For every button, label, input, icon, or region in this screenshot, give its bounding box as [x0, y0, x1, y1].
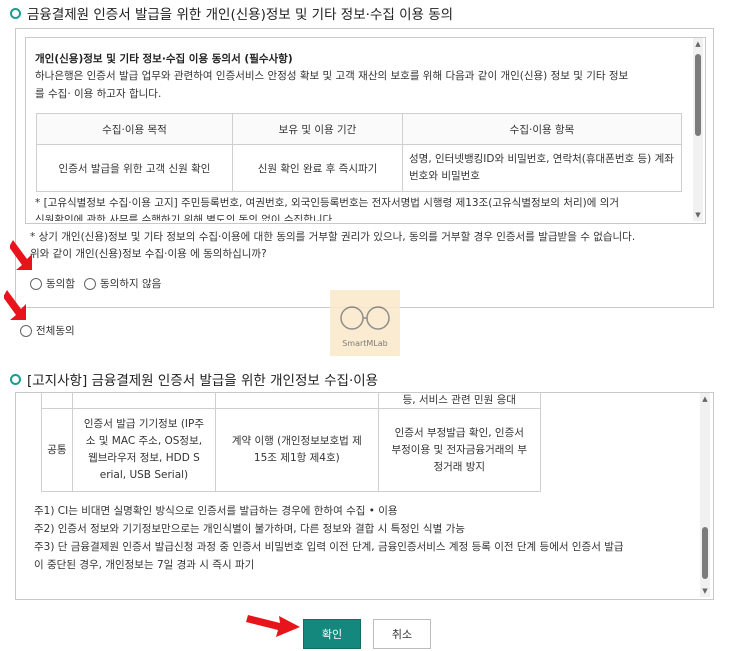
note-line1: * [고유식별정보 수집·이용 고지] 주민등록번호, 여권번호, 외국인등록번…: [35, 197, 620, 209]
question-line1: * 상기 개인(신용)정보 및 기타 정보의 수집·이용에 대한 동의를 거부할…: [30, 231, 636, 243]
bullet-icon: [10, 373, 21, 385]
table-cell-line: 번호와 비밀번호: [409, 170, 480, 182]
table-cell: 인증서 발급 기기정보 (IP주소 및 MAC 주소, OS정보, 웹브라우저 …: [71, 408, 217, 492]
agree-all-label: 전체동의: [36, 325, 75, 337]
intro-line2: 를 수집· 이용 하고자 합니다.: [35, 88, 162, 100]
note2: 주2) 인증서 정보와 기기정보만으로는 개인식별이 불가하며, 다른 정보와 …: [34, 523, 465, 535]
table-cell: 등, 서비스 관련 민원 응대: [377, 393, 542, 409]
section1-title-text: 금융결제원 인증서 발급을 위한 개인(신용)정보 및 기타 정보·수집 이용 …: [27, 7, 454, 23]
section2-title-text: [고지사항] 금융결제원 인증서 발급을 위한 개인정보 수집·이용: [27, 373, 379, 389]
consent-table: 수집·이용 목적 보유 및 이용 기간 수집·이용 항목 인증서 발급을 위한 …: [36, 113, 682, 192]
intro-line1: 하나은행은 인증서 발급 업무와 관련하여 인증서비스 안정성 확보 및 고객 …: [35, 70, 629, 82]
radio-circle-icon[interactable]: [84, 277, 96, 290]
table-cell: 신원 확인 완료 후 즉시파기: [232, 144, 403, 192]
table-cell-line: 성명, 인터넷뱅킹ID와 비밀번호, 연락처(휴대폰번호 등) 계좌: [409, 153, 674, 165]
scroll-thumb[interactable]: [702, 527, 708, 579]
note1: 주1) CI는 비대면 실명확인 방식으로 인증서를 발급하는 경우에 한하여 …: [34, 505, 398, 517]
scroll-up-icon[interactable]: ▲: [700, 394, 710, 404]
table-header: 보유 및 이용 기간: [232, 113, 403, 145]
agree-radio[interactable]: 동의함: [30, 273, 75, 292]
question-line2: 위와 같이 개인(신용)정보 수집·이용 에 동의하십니까?: [30, 248, 267, 260]
confirm-button[interactable]: 확인: [303, 619, 361, 649]
scroll-down-icon[interactable]: ▼: [693, 210, 703, 220]
table-cell: 계약 이행 (개인정보보호법 제15조 제1항 제4호): [215, 408, 379, 492]
red-arrow-icon: [4, 290, 26, 320]
table-cell: 성명, 인터넷뱅킹ID와 비밀번호, 연락처(휴대폰번호 등) 계좌 번호와 비…: [402, 144, 682, 192]
scroll-up-icon[interactable]: ▲: [693, 39, 703, 49]
radio-circle-icon[interactable]: [20, 324, 32, 337]
consent-heading: 개인(신용)정보 및 기타 정보·수집 이용 동의서 (필수사항): [35, 53, 293, 65]
table-cell: 인증서 부정발급 확인, 인증서 부정이용 및 전자금융거래의 부정거래 방지: [377, 408, 542, 492]
row-label: 공통: [41, 408, 73, 492]
scrollbar[interactable]: ▲ ▼: [693, 38, 703, 221]
scroll-thumb[interactable]: [695, 54, 701, 136]
cancel-button[interactable]: 취소: [373, 619, 431, 649]
notice-scroll-box[interactable]: 등, 서비스 관련 민원 응대 공통 인증서 발급 기기정보 (IP주소 및 M…: [15, 392, 714, 600]
disagree-radio[interactable]: 동의하지 않음: [84, 273, 161, 292]
notice-table: 등, 서비스 관련 민원 응대 공통 인증서 발급 기기정보 (IP주소 및 M…: [41, 393, 542, 492]
table-cell: 인증서 발급을 위한 고객 신원 확인: [36, 144, 233, 192]
watermark-logo: SmartMLab: [330, 290, 400, 356]
watermark-text: SmartMLab: [342, 339, 388, 348]
scroll-down-icon[interactable]: ▼: [700, 586, 710, 596]
red-arrow-icon: [246, 615, 300, 637]
note3-line2: 이 중단된 경우, 개인정보는 7일 경과 시 즉시 파기: [34, 559, 255, 571]
table-header: 수집·이용 목적: [36, 113, 233, 145]
red-arrow-icon: [10, 240, 32, 270]
disagree-label: 동의하지 않음: [100, 278, 162, 290]
note3-line1: 주3) 단 금융결제원 인증서 발급신청 과정 중 인증서 비밀번호 입력 이전…: [34, 541, 624, 553]
section1-title: 금융결제원 인증서 발급을 위한 개인(신용)정보 및 기타 정보·수집 이용 …: [10, 3, 453, 23]
consent-scroll-box[interactable]: 개인(신용)정보 및 기타 정보·수집 이용 동의서 (필수사항) 하나은행은 …: [25, 37, 706, 224]
scrollbar[interactable]: ▲ ▼: [700, 393, 710, 597]
agree-label: 동의함: [46, 278, 75, 290]
table-header: 수집·이용 항목: [402, 113, 682, 145]
note-line2: 신원확인에 관한 사무를 수행하기 위해 별도의 동의 없이 수집합니다.: [35, 214, 336, 221]
bullet-icon: [10, 7, 21, 19]
section2-title: [고지사항] 금융결제원 인증서 발급을 위한 개인정보 수집·이용: [10, 369, 378, 389]
